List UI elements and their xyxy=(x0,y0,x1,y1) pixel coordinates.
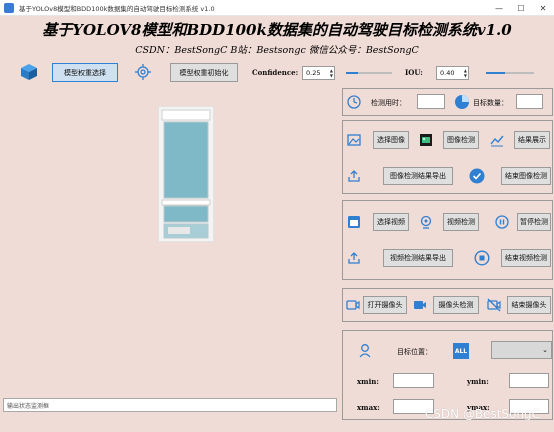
slider-fill xyxy=(486,72,506,74)
pause-detect-button[interactable]: 暂停检测 xyxy=(517,213,551,231)
user-location-icon xyxy=(357,343,373,359)
confidence-label: Confidence: xyxy=(252,68,299,77)
end-image-detect-button[interactable]: 结束图像检测 xyxy=(501,167,551,185)
ymin-label: ymin: xyxy=(467,377,489,386)
end-camera-button[interactable]: 结束摄像头 xyxy=(507,296,551,314)
iou-spinbox[interactable]: 0.40 ▲ ▼ xyxy=(436,66,469,80)
ymin-field xyxy=(509,373,549,388)
window-image xyxy=(158,106,214,242)
camera-icon xyxy=(346,298,360,312)
iou-label: IOU: xyxy=(405,68,423,77)
spin-arrows-icon[interactable]: ▲ ▼ xyxy=(330,68,333,78)
stats-group: 检测用时： 目标数量： xyxy=(342,88,553,116)
open-camera-button[interactable]: 打开摄像头 xyxy=(363,296,407,314)
clock-icon xyxy=(347,95,361,109)
xmin-label: xmin: xyxy=(357,377,379,386)
target-select-dropdown[interactable]: ⌄ xyxy=(491,341,552,359)
end-video-detect-button[interactable]: 结束视频检测 xyxy=(501,249,551,267)
detect-time-label: 检测用时： xyxy=(371,99,406,107)
maximize-button[interactable]: ☐ xyxy=(510,0,532,16)
minimize-button[interactable]: — xyxy=(488,0,510,16)
xmax-label: xmax: xyxy=(357,403,380,412)
export-image-result-button[interactable]: 图像检测结果导出 xyxy=(383,167,453,185)
camera-detect-button[interactable]: 摄像头检测 xyxy=(433,296,479,314)
detect-image-button[interactable]: 图像检测 xyxy=(443,131,479,149)
spin-arrows-icon[interactable]: ▲ ▼ xyxy=(464,68,467,78)
select-image-button[interactable]: 选择图像 xyxy=(373,131,409,149)
select-weights-button[interactable]: 模型权重选择 xyxy=(52,63,118,82)
upload-icon xyxy=(347,169,361,183)
xmin-field xyxy=(393,373,434,388)
close-button[interactable]: ✕ xyxy=(532,0,554,16)
status-output-box: 输出状态监测框 xyxy=(3,398,337,412)
window-title-bar: 基于YOLOv8模型和BDD100k数据集的自动驾驶目标检测系统 v1.0 — … xyxy=(0,0,554,16)
select-video-button[interactable]: 选择视频 xyxy=(373,213,409,231)
slider-fill xyxy=(346,72,358,74)
target-icon xyxy=(135,64,151,80)
iou-value: 0.40 xyxy=(440,69,455,77)
video-camera-icon xyxy=(413,298,427,312)
page-title: 基于YOLOV8模型和BDD100k数据集的自动驾驶目标检测系统v1.0 xyxy=(42,21,512,39)
app-icon xyxy=(4,2,14,13)
detect-time-field xyxy=(417,94,445,109)
target-count-field xyxy=(516,94,543,109)
window-controls: — ☐ ✕ xyxy=(488,0,554,16)
detect-video-button[interactable]: 视频检测 xyxy=(443,213,479,231)
confidence-value: 0.25 xyxy=(306,69,321,77)
check-circle-icon xyxy=(469,168,485,184)
confidence-spinbox[interactable]: 0.25 ▲ ▼ xyxy=(302,66,335,80)
chevron-down-icon: ⌄ xyxy=(542,346,548,354)
confidence-slider[interactable] xyxy=(346,68,392,78)
target-position-label: 目标位置： xyxy=(397,348,432,356)
video-file-icon xyxy=(347,215,361,229)
init-weights-button[interactable]: 模型权重初始化 xyxy=(170,63,238,82)
webcam-icon xyxy=(419,215,433,229)
stop-circle-icon xyxy=(474,250,490,266)
target-count-label: 目标数量： xyxy=(473,99,508,107)
pie-chart-icon xyxy=(454,94,470,110)
upload-icon xyxy=(347,251,361,265)
image-group: 选择图像 图像检测 结果展示 图像检测结果导出 结束图像检测 xyxy=(342,120,553,194)
watermark: CSDN @BestSongC xyxy=(424,407,540,421)
camera-group: 打开摄像头 摄像头检测 结束摄像头 xyxy=(342,288,553,322)
line-chart-icon xyxy=(490,133,504,147)
cube-icon xyxy=(20,63,38,81)
pause-icon xyxy=(495,215,509,229)
page-subtitle: CSDN：BestSongC B站：Bestsongc 微信公众号：BestSo… xyxy=(135,45,419,56)
window-title: 基于YOLOv8模型和BDD100k数据集的自动驾驶目标检测系统 v1.0 xyxy=(19,4,215,13)
video-group: 选择视频 视频检测 暂停检测 视频检测结果导出 结束视频检测 xyxy=(342,200,553,280)
iou-slider[interactable] xyxy=(486,68,534,78)
show-result-button[interactable]: 结果展示 xyxy=(514,131,550,149)
export-video-result-button[interactable]: 视频检测结果导出 xyxy=(383,249,453,267)
image-detect-icon xyxy=(419,133,433,147)
camera-off-icon xyxy=(487,298,501,312)
all-targets-icon: ALL xyxy=(453,343,469,359)
image-icon xyxy=(347,133,361,147)
